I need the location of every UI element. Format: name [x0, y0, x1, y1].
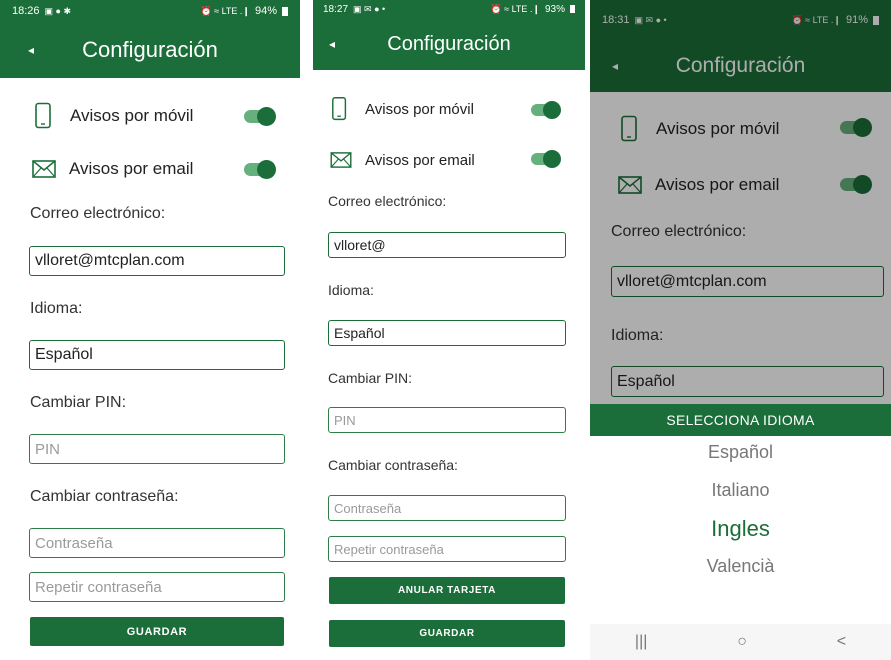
- email-label: Correo electrónico:: [328, 193, 447, 209]
- page-title: Configuración: [387, 32, 511, 55]
- language-option-italiano[interactable]: Italiano: [590, 480, 891, 501]
- phone-icon: [35, 102, 51, 129]
- envelope-icon: [330, 152, 352, 168]
- screen-settings-2: 18:27 ▣ ✉ ● • ⏰ ≈ LTE .❙ 93% ◂ Configura…: [313, 0, 585, 660]
- system-nav-bar: ||| ○ <: [590, 624, 891, 660]
- notify-mobile-toggle[interactable]: [244, 107, 276, 126]
- home-icon[interactable]: ○: [737, 633, 747, 651]
- pin-field[interactable]: PIN: [328, 407, 566, 433]
- notify-email-label: Avisos por email: [365, 151, 475, 169]
- save-button[interactable]: GUARDAR: [30, 617, 284, 646]
- language-option-ingles[interactable]: Ingles: [590, 516, 891, 542]
- recent-apps-icon[interactable]: |||: [635, 633, 647, 651]
- email-field[interactable]: vlloret@mtcplan.com: [29, 246, 285, 276]
- screen-settings-3: 18:31 ▣ ✉ ● • ⏰ ≈ LTE .❙ 91% ◂ Configura…: [590, 0, 891, 660]
- back-arrow-icon[interactable]: ◂: [28, 43, 34, 57]
- app-bar: ◂ Configuración: [0, 22, 300, 78]
- notify-mobile-label: Avisos por móvil: [70, 106, 194, 125]
- pin-field[interactable]: PIN: [29, 434, 285, 464]
- language-option-espanol[interactable]: Español: [590, 442, 891, 463]
- nav-back-icon[interactable]: <: [837, 633, 846, 651]
- language-picker: Español Italiano Ingles Valencià: [590, 436, 891, 624]
- notify-mobile-row: Avisos por móvil: [331, 96, 474, 122]
- repeat-password-field[interactable]: Repetir contraseña: [29, 572, 285, 602]
- password-label: Cambiar contraseña:: [30, 488, 179, 505]
- notify-mobile-label: Avisos por móvil: [365, 100, 474, 118]
- notify-mobile-row: Avisos por móvil: [34, 102, 193, 130]
- notify-mobile-toggle[interactable]: [531, 101, 561, 119]
- repeat-password-field[interactable]: Repetir contraseña: [328, 536, 566, 562]
- phone-icon: [332, 97, 347, 121]
- save-button[interactable]: GUARDAR: [329, 620, 565, 647]
- notify-email-row: Avisos por email: [32, 157, 193, 181]
- screen-settings-1: 18:26 ▣ ● ✱ ⏰ ≈ LTE .❙ 94% ◂ Configuraci…: [0, 0, 300, 660]
- language-select[interactable]: Español: [328, 320, 566, 346]
- language-picker-title: SELECCIONA IDIOMA: [590, 404, 891, 436]
- language-label: Idioma:: [328, 282, 374, 298]
- status-notification-icons: ▣ ● ✱: [44, 5, 72, 16]
- password-label: Cambiar contraseña:: [328, 457, 458, 473]
- page-title: Configuración: [82, 37, 218, 62]
- language-select[interactable]: Español: [29, 340, 285, 370]
- email-field[interactable]: vlloret@: [328, 232, 566, 258]
- password-field[interactable]: Contraseña: [328, 495, 566, 521]
- pin-label: Cambiar PIN:: [328, 370, 413, 386]
- cancel-card-button[interactable]: ANULAR TARJETA: [329, 577, 565, 604]
- notify-email-row: Avisos por email: [330, 150, 475, 170]
- status-notification-icons: ▣ ✉ ● •: [353, 3, 386, 14]
- back-arrow-icon[interactable]: ◂: [329, 37, 335, 51]
- pin-label: Cambiar PIN:: [30, 394, 127, 411]
- email-label: Correo electrónico:: [30, 205, 166, 222]
- language-option-valencia[interactable]: Valencià: [590, 556, 891, 577]
- status-time: 18:26: [12, 5, 40, 17]
- battery-level: 94%: [254, 5, 277, 17]
- password-field[interactable]: Contraseña: [29, 528, 285, 558]
- notify-email-label: Avisos por email: [69, 159, 194, 178]
- battery-level: 93%: [544, 3, 565, 15]
- app-bar: ◂ Configuración: [313, 18, 585, 70]
- battery-icon: [570, 5, 575, 13]
- language-label: Idioma:: [30, 300, 83, 317]
- modal-backdrop[interactable]: [590, 0, 891, 404]
- status-signal-icons: ⏰ ≈ LTE .❙: [200, 5, 250, 16]
- status-signal-icons: ⏰ ≈ LTE .❙: [490, 3, 540, 14]
- status-bar: 18:26 ▣ ● ✱ ⏰ ≈ LTE .❙ 94%: [0, 0, 300, 22]
- status-bar: 18:27 ▣ ✉ ● • ⏰ ≈ LTE .❙ 93%: [313, 0, 585, 18]
- envelope-icon: [32, 160, 56, 178]
- notify-email-toggle[interactable]: [531, 150, 561, 168]
- battery-icon: [282, 6, 288, 16]
- status-time: 18:27: [323, 3, 349, 15]
- notify-email-toggle[interactable]: [244, 160, 276, 179]
